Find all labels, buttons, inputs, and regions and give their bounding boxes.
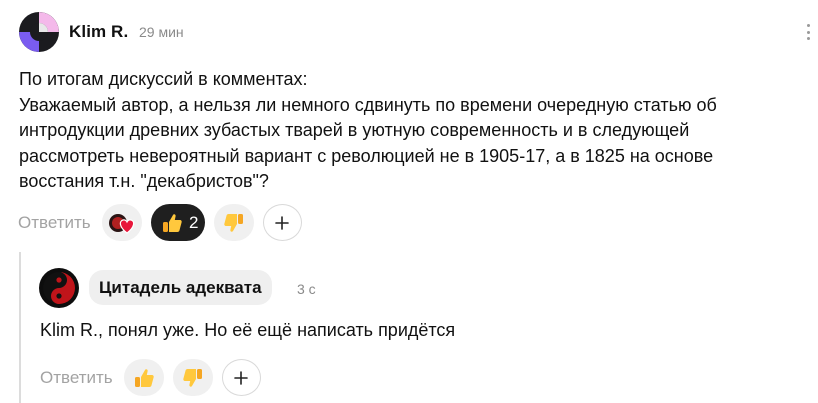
dislike-button[interactable] [172,359,213,396]
reply-actions: Ответить [40,359,261,396]
like-button[interactable] [123,359,164,396]
dislike-button[interactable] [213,204,254,241]
comment-author[interactable]: Klim R. [69,22,128,42]
reply-button[interactable]: Ответить [18,213,91,233]
heart-reaction-icon [108,213,134,234]
reaction-button[interactable] [101,204,142,241]
reply-avatar[interactable] [39,268,79,308]
reply-button[interactable]: Ответить [40,368,113,388]
plus-icon [234,370,248,385]
add-reaction-button[interactable] [262,204,302,241]
reply-author[interactable]: Цитадель адеквата [89,270,272,305]
avatar[interactable] [19,12,59,52]
thumbs-down-icon [223,213,243,232]
reply-text: Klim R., понял уже. Но её ещё написать п… [40,320,456,340]
thumbs-up-icon [162,213,182,232]
comment-actions: Ответить 2 [18,204,302,241]
reply-time: 3 с [297,281,316,297]
comment-thread: Klim R. 29 мин По итогам дискуссий в ком… [0,0,818,403]
like-button[interactable]: 2 [150,204,205,241]
thumbs-up-icon [134,368,154,387]
add-reaction-button[interactable] [221,359,261,396]
comment-text: По итогам дискуссий в комментах: Уважаем… [19,69,717,191]
thread-line [19,252,21,403]
like-count: 2 [188,212,199,232]
thumbs-down-icon [182,368,202,387]
comment-time: 29 мин [139,24,184,40]
more-vertical-icon[interactable] [800,22,816,42]
plus-icon [275,215,289,230]
